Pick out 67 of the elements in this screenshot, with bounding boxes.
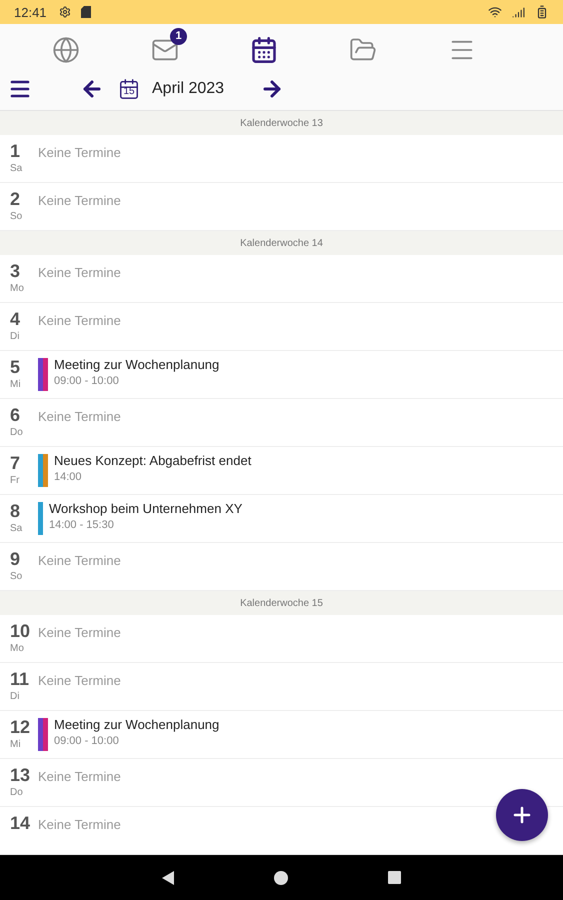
no-events-text: Keine Termine: [38, 265, 121, 282]
no-events-text: Keine Termine: [38, 769, 121, 786]
day-number: 9: [10, 549, 22, 569]
nav-tab[interactable]: 1: [116, 26, 214, 66]
no-events-text: Keine Termine: [38, 193, 121, 210]
no-events-text: Keine Termine: [38, 313, 121, 330]
day-number: 10: [10, 621, 32, 641]
event-item[interactable]: Workshop beim Unternehmen XY 14:00 - 15:30: [38, 501, 242, 535]
event-item[interactable]: Meeting zur Wochenplanung 09:00 - 10:00: [38, 717, 220, 751]
sd-card-icon: [80, 6, 91, 18]
signal-icon: [512, 6, 525, 18]
day-number: 1: [10, 141, 22, 161]
day-number: 14: [10, 813, 32, 833]
day-number: 13: [10, 765, 32, 785]
event-time: 09:00 - 10:00: [54, 735, 120, 747]
event-item[interactable]: Neues Konzept: Abgabefrist endet 14:00: [38, 453, 252, 487]
day-number: 4: [10, 309, 22, 329]
weekday-label: So: [10, 211, 24, 222]
globe-icon: [52, 36, 80, 64]
settings-icon: [58, 6, 71, 18]
battery-icon: [535, 5, 549, 19]
weekday-label: Di: [10, 331, 20, 342]
folder-icon: [349, 36, 377, 64]
no-events-text: Keine Termine: [38, 625, 121, 642]
no-events-text: Keine Termine: [38, 145, 121, 162]
day-number: 6: [10, 405, 22, 425]
weekday-label: Do: [10, 787, 24, 798]
event-time: 14:00 - 15:30: [49, 519, 115, 531]
weekday-label: Mi: [10, 379, 22, 390]
month-title: April 2023: [152, 80, 224, 98]
day-number: 7: [10, 453, 22, 473]
calendar-icon: [250, 36, 278, 64]
weekday-label: Fr: [10, 475, 20, 486]
unread-badge: 1: [170, 28, 187, 44]
wifi-icon: [488, 5, 502, 19]
home-icon[interactable]: [274, 870, 288, 884]
event-title: Workshop beim Unternehmen XY: [49, 501, 242, 516]
week-header: Kalenderwoche 15: [0, 591, 563, 615]
day-number: 3: [10, 261, 22, 281]
back-icon[interactable]: [162, 870, 174, 884]
weekday-label: Mi: [10, 739, 22, 750]
event-time: 09:00 - 10:00: [54, 375, 120, 387]
weekday-label: Sa: [10, 523, 24, 534]
day-number: 5: [10, 357, 22, 377]
week-header: Kalenderwoche 13: [0, 111, 563, 135]
weekday-label: Mo: [10, 643, 25, 654]
day-number: 11: [10, 669, 30, 689]
no-events-text: Keine Termine: [38, 673, 121, 690]
event-time: 14:00: [54, 471, 83, 483]
event-title: Meeting zur Wochenplanung: [54, 357, 220, 372]
weekday-label: Sa: [10, 163, 24, 174]
status-time: 12:41: [14, 4, 47, 20]
add-button[interactable]: [496, 789, 548, 841]
no-events-text: Keine Termine: [38, 817, 121, 834]
day-number: 8: [10, 501, 22, 521]
no-events-text: Keine Termine: [38, 553, 121, 570]
weekday-label: Do: [10, 427, 24, 438]
weekday-label: Mo: [10, 283, 25, 294]
day-number: 12: [10, 717, 32, 737]
event-item[interactable]: Meeting zur Wochenplanung 09:00 - 10:00: [38, 357, 220, 391]
event-title: Neues Konzept: Abgabefrist endet: [54, 453, 252, 468]
no-events-text: Keine Termine: [38, 409, 121, 426]
weekday-label: So: [10, 571, 24, 582]
day-number: 2: [10, 189, 22, 209]
event-title: Meeting zur Wochenplanung: [54, 717, 220, 732]
weekday-label: Di: [10, 691, 20, 702]
week-header: Kalenderwoche 14: [0, 231, 563, 255]
